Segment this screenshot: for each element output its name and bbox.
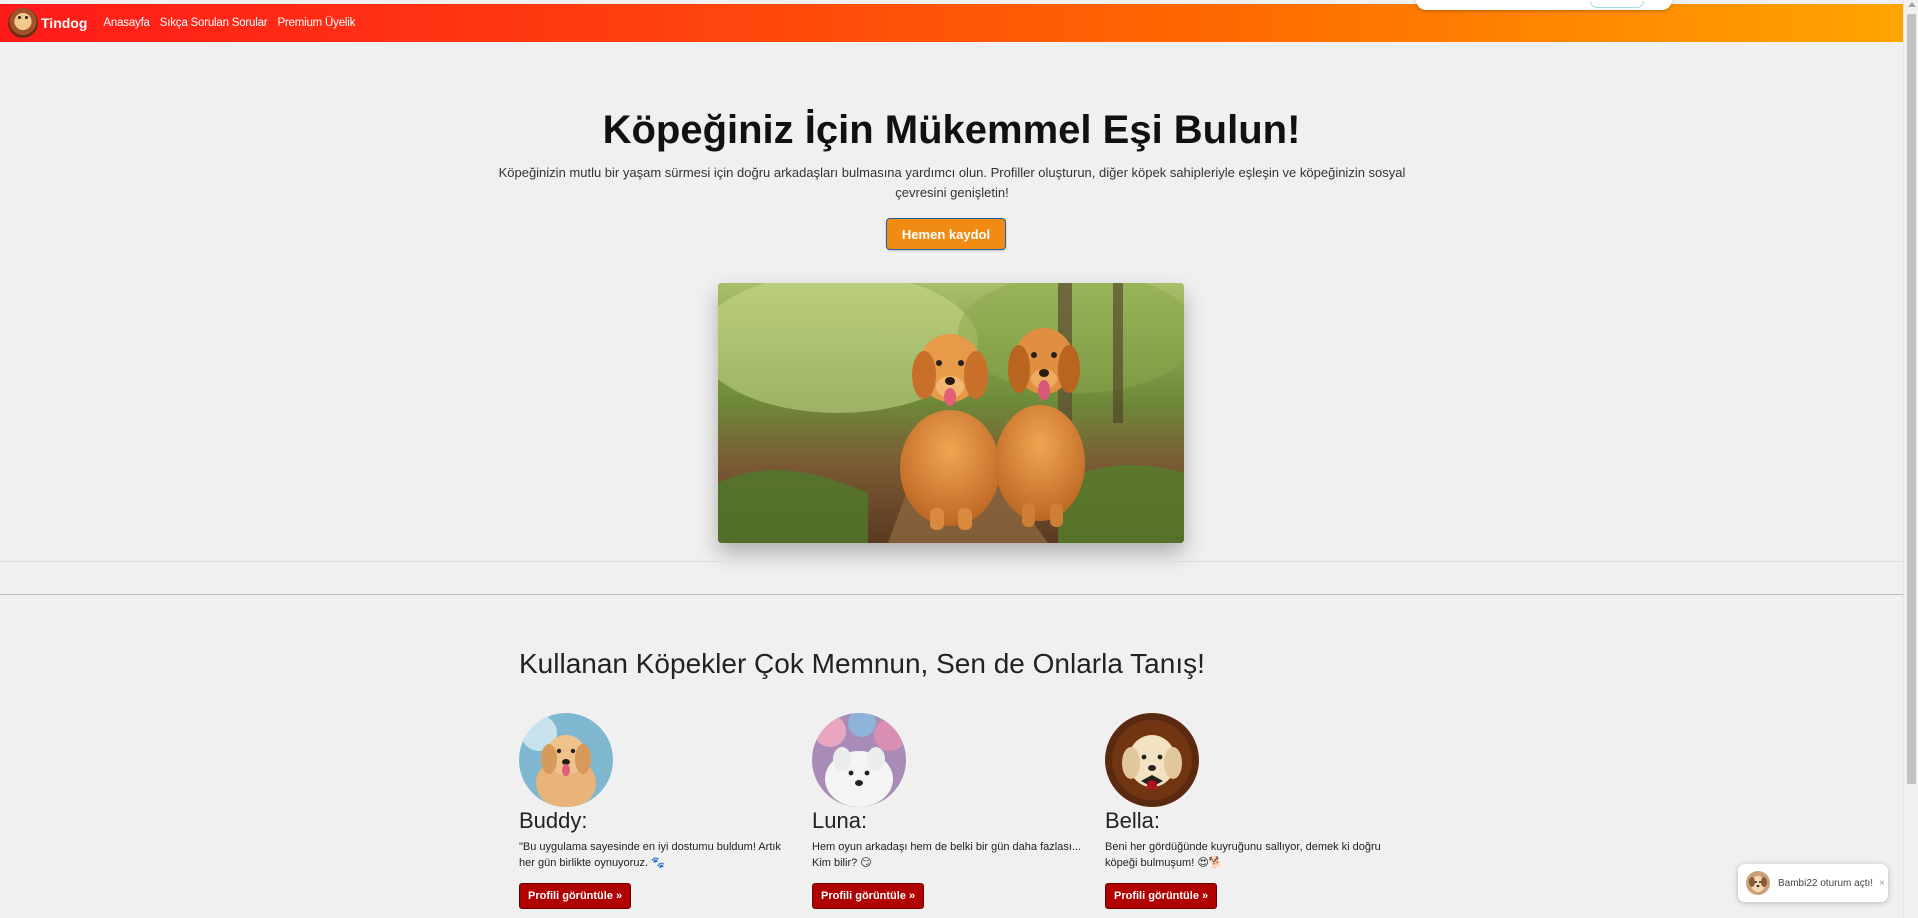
dog-avatar-icon	[1746, 871, 1770, 895]
notification-text: Bambi22 oturum açtı!	[1778, 877, 1874, 889]
dog-name: Bella:	[1105, 808, 1161, 833]
hero-dogs-image	[718, 283, 1184, 543]
bella-avatar-image	[1105, 713, 1199, 807]
nav-link-faq[interactable]: Sıkça Sorulan Sorular	[160, 17, 268, 29]
avatar	[812, 713, 906, 807]
buddy-avatar-image	[519, 713, 613, 807]
testimonial-card-bella: Bella: Beni her gördüğünde kuyruğunu sal…	[1105, 713, 1385, 909]
view-profile-button[interactable]: Profili görüntüle »	[812, 883, 925, 909]
luna-avatar-image	[812, 713, 906, 807]
nav-links: Anasayfa Sıkça Sorulan Sorular Premium Ü…	[103, 17, 355, 29]
avatar	[1105, 713, 1199, 807]
nav-link-premium[interactable]: Premium Üyelik	[277, 17, 355, 29]
close-icon[interactable]: ×	[1879, 878, 1885, 889]
section-divider	[0, 561, 1903, 562]
hero-title: Köpeğiniz İçin Mükemmel Eşi Bulun!	[602, 108, 1301, 152]
dog-name: Buddy:	[519, 808, 588, 833]
scrollbar-thumb[interactable]	[1907, 14, 1916, 784]
top-popup-panel	[1416, 0, 1672, 10]
scroll-up-arrow-icon[interactable]	[1908, 2, 1916, 7]
avatar	[519, 713, 613, 807]
testimonial-quote: Beni her gördüğünde kuyruğunu sallıyor, …	[1105, 841, 1381, 869]
nav-link-home[interactable]: Anasayfa	[103, 17, 150, 29]
view-profile-button[interactable]: Profili görüntüle »	[1105, 883, 1218, 909]
section-divider	[0, 594, 1903, 595]
signup-button[interactable]: Hemen kaydol	[886, 218, 1006, 250]
brand-name: Tindog	[41, 15, 88, 31]
hero-description: Köpeğinizin mutlu bir yaşam sürmesi için…	[498, 165, 1406, 200]
testimonial-quote: Hem oyun arkadaşı hem de belki bir gün d…	[812, 841, 1082, 869]
brand-link[interactable]: Tindog	[8, 8, 87, 38]
login-notification: Bambi22 oturum açtı! ×	[1738, 864, 1888, 902]
dog-name: Luna:	[812, 808, 868, 833]
hero-dogs-illustration	[718, 283, 1184, 543]
testimonial-quote: "Bu uygulama sayesinde en iyi dostumu bu…	[519, 841, 781, 869]
dog-logo-icon	[8, 8, 38, 38]
notification-avatar	[1746, 871, 1770, 895]
testimonials-title: Kullanan Köpekler Çok Memnun, Sen de Onl…	[519, 648, 1205, 679]
view-profile-button[interactable]: Profili görüntüle »	[519, 883, 632, 909]
vertical-scrollbar[interactable]	[1903, 0, 1918, 918]
testimonial-card-buddy: Buddy: "Bu uygulama sayesinde en iyi dos…	[519, 713, 799, 909]
testimonial-card-luna: Luna: Hem oyun arkadaşı hem de belki bir…	[812, 713, 1092, 909]
